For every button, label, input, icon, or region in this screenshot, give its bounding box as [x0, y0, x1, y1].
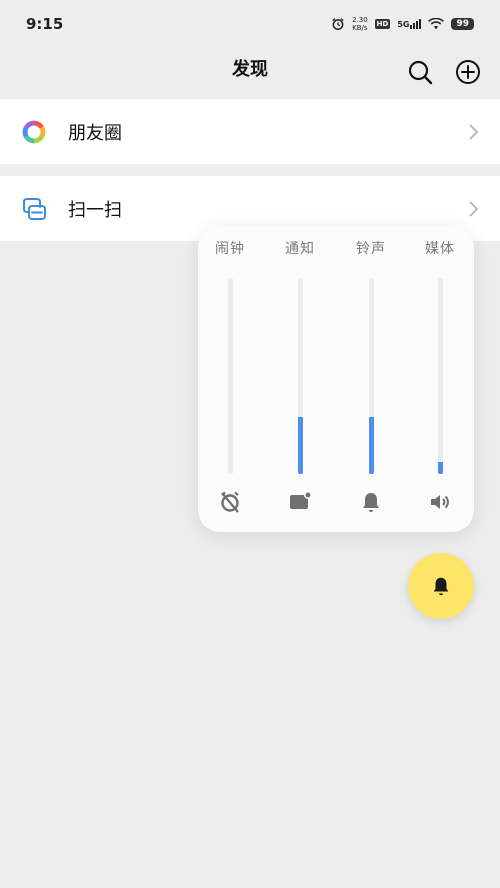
ringer-mode-button[interactable] — [408, 553, 474, 619]
volume-channel-ringtone: 铃声 — [346, 226, 396, 532]
notification-icon[interactable] — [288, 490, 312, 514]
net-speed-unit: KB/s — [352, 24, 368, 32]
notification-volume-slider[interactable] — [298, 278, 303, 474]
speaker-icon[interactable] — [428, 490, 452, 514]
bell-icon[interactable] — [359, 490, 383, 514]
list-item-label: 扫一扫 — [68, 199, 122, 221]
volume-channel-media: 媒体 — [415, 226, 465, 532]
hd-badge: HD — [374, 19, 391, 29]
search-icon[interactable] — [406, 58, 434, 86]
wifi-icon — [428, 18, 445, 30]
moments-aperture-icon — [21, 118, 47, 145]
status-bar: 9:15 2.30 KB/s HD 5G 99 — [0, 0, 500, 48]
volume-channel-notification: 通知 — [275, 226, 325, 532]
add-circle-icon[interactable] — [454, 58, 482, 86]
volume-level-fill — [298, 417, 303, 474]
chevron-right-icon — [469, 200, 479, 217]
signal-bars-icon — [410, 19, 422, 29]
volume-channel-alarm: 闹钟 — [205, 226, 255, 532]
volume-channel-label: 通知 — [285, 241, 315, 257]
volume-channel-label: 闹钟 — [215, 241, 245, 257]
net-speed: 2.30 KB/s — [352, 16, 368, 32]
status-time: 9:15 — [26, 15, 64, 33]
list-item-label: 朋友圈 — [68, 122, 122, 144]
scan-icon — [23, 197, 46, 220]
chevron-right-icon — [469, 123, 479, 140]
status-icons: 2.30 KB/s HD 5G 99 — [331, 16, 474, 32]
alarm-clock-icon — [332, 18, 344, 31]
volume-level-fill — [369, 417, 374, 474]
alarm-volume-slider[interactable] — [228, 278, 233, 474]
net-speed-value: 2.30 — [352, 16, 368, 24]
alarm-off-icon[interactable] — [218, 490, 242, 514]
bell-icon — [433, 577, 449, 596]
media-volume-slider[interactable] — [438, 278, 443, 474]
volume-channel-label: 媒体 — [425, 241, 455, 257]
nav-bar: 发现 — [0, 48, 500, 98]
battery-indicator: 99 — [451, 18, 474, 30]
network-type: 5G — [397, 20, 410, 29]
volume-panel: 闹钟 通知 铃声 媒体 — [198, 226, 474, 532]
volume-channel-label: 铃声 — [356, 241, 386, 257]
signal-indicator: 5G — [397, 19, 422, 29]
list-item-moments[interactable]: 朋友圈 — [0, 99, 500, 164]
ringtone-volume-slider[interactable] — [369, 278, 374, 474]
volume-level-fill — [438, 462, 443, 474]
